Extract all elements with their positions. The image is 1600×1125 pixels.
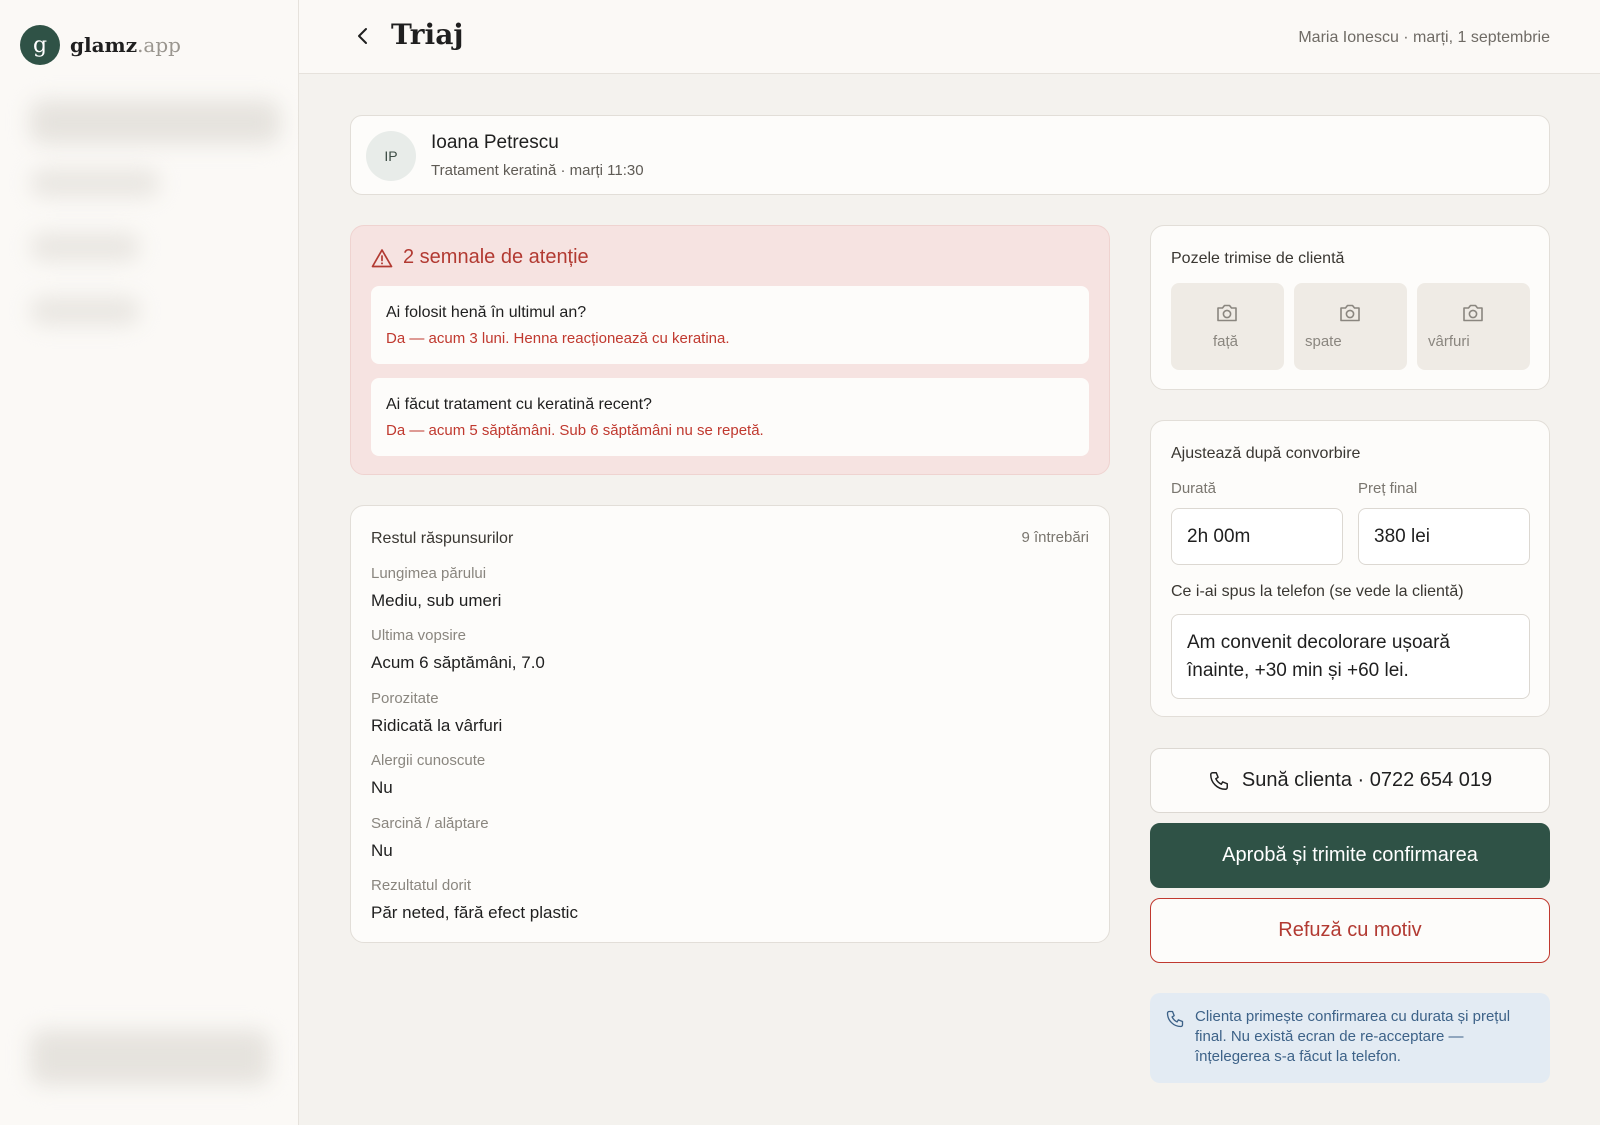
alert-header: 2 semnale de atenție	[371, 246, 589, 269]
answer-label: Rezultatul dorit	[371, 877, 472, 894]
page-header: Triaj Maria Ionescu · marți, 1 septembri…	[299, 0, 1600, 74]
brand-mark: g	[20, 25, 60, 65]
alert-title: 2 semnale de atenție	[403, 246, 589, 268]
answer-label: Porozitate	[371, 690, 439, 707]
answer-label: Ultima vopsire	[371, 627, 467, 644]
approve-button[interactable]: Aprobă și trimite confirmarea	[1150, 823, 1550, 888]
client-card: IP Ioana Petrescu Tratament keratină · m…	[350, 115, 1550, 195]
duration-label: Durată	[1171, 480, 1217, 497]
info-note: Clienta primește confirmarea cu durata ș…	[1150, 993, 1550, 1083]
phone-icon	[1166, 1010, 1184, 1028]
alert-item: Ai folosit henă în ultimul an? Da — acum…	[371, 286, 1089, 364]
photo-label: față	[1213, 333, 1239, 350]
sidebar-footer-blurred[interactable]	[30, 1030, 270, 1085]
phone-note-label: Ce i-ai spus la telefon (se vede la clie…	[1171, 583, 1464, 600]
sidebar-item-blurred[interactable]	[30, 100, 280, 144]
answer-value: Nu	[371, 841, 393, 860]
camera-icon	[1463, 304, 1483, 322]
warning-triangle-icon	[371, 248, 393, 267]
adjust-title: Ajustează după convorbire	[1171, 445, 1361, 462]
answer-label: Lungimea părului	[371, 565, 487, 582]
answer-label: Sarcină / alăptare	[371, 815, 489, 832]
sidebar-item-blurred[interactable]	[30, 232, 140, 262]
alert-question: Ai făcut tratament cu keratină recent?	[386, 396, 652, 413]
page-title: Triaj	[391, 18, 464, 51]
back-button[interactable]	[351, 24, 375, 48]
call-client-label: Sună clienta · 0722 654 019	[1241, 769, 1493, 791]
brand-logo[interactable]: g glamz.app	[20, 25, 181, 65]
photos-title: Pozele trimise de clientă	[1171, 250, 1345, 267]
refuse-button[interactable]: Refuză cu motiv	[1150, 898, 1550, 963]
phone-note-textarea[interactable]: Am convenit decolorare ușoară înainte, +…	[1171, 614, 1530, 699]
photo-tile-fata[interactable]: față	[1171, 283, 1284, 370]
alert-answer: Da — acum 5 săptămâni. Sub 6 săptămâni n…	[386, 422, 764, 439]
alert-answer: Da — acum 3 luni. Henna reacționează cu …	[386, 330, 730, 347]
call-client-button[interactable]: Sună clienta · 0722 654 019	[1150, 748, 1550, 813]
photos-panel: Pozele trimise de clientă față spate vâr…	[1150, 225, 1550, 390]
price-label: Preț final	[1358, 480, 1418, 497]
answers-title: Restul răspunsurilor	[371, 530, 514, 547]
camera-icon	[1340, 304, 1360, 322]
adjust-panel: Ajustează după convorbire Durată Preț fi…	[1150, 420, 1550, 717]
client-name: Ioana Petrescu	[431, 132, 559, 153]
header-meta: Maria Ionescu · marți, 1 septembrie	[1298, 29, 1550, 46]
answer-value: Nu	[371, 778, 393, 797]
brand-name-text: glamz	[70, 33, 138, 57]
answer-value: Păr neted, fără efect plastic	[371, 903, 578, 922]
price-input[interactable]: 380 lei	[1358, 508, 1530, 565]
photo-label: vârfuri	[1428, 333, 1470, 350]
brand-name: glamz.app	[70, 33, 181, 57]
answer-value: Acum 6 săptămâni, 7.0	[371, 653, 545, 672]
sidebar-item-blurred[interactable]	[30, 296, 140, 326]
photo-label: spate	[1305, 333, 1342, 350]
client-subtitle: Tratament keratină · marți 11:30	[431, 162, 644, 179]
answers-panel: Restul răspunsurilor 9 întrebări Lungime…	[350, 505, 1110, 943]
brand-name-suffix: .app	[137, 33, 181, 57]
avatar: IP	[366, 131, 416, 181]
photo-tile-varfuri[interactable]: vârfuri	[1417, 283, 1530, 370]
sidebar-item-blurred[interactable]	[30, 168, 160, 198]
answer-label: Alergii cunoscute	[371, 752, 486, 769]
alert-item: Ai făcut tratament cu keratină recent? D…	[371, 378, 1089, 456]
sidebar: g glamz.app	[0, 0, 299, 1125]
info-note-text: Clienta primește confirmarea cu durata ș…	[1195, 1008, 1511, 1065]
chevron-left-icon	[358, 28, 367, 44]
duration-input[interactable]: 2h 00m	[1171, 508, 1343, 565]
phone-icon	[1209, 771, 1228, 790]
camera-icon	[1217, 304, 1237, 322]
answers-count: 9 întrebări	[1021, 529, 1089, 546]
answer-value: Mediu, sub umeri	[371, 591, 502, 610]
photo-tile-spate[interactable]: spate	[1294, 283, 1407, 370]
alert-question: Ai folosit henă în ultimul an?	[386, 304, 587, 321]
answer-value: Ridicată la vârfuri	[371, 716, 503, 735]
alert-panel: 2 semnale de atenție Ai folosit henă în …	[350, 225, 1110, 475]
